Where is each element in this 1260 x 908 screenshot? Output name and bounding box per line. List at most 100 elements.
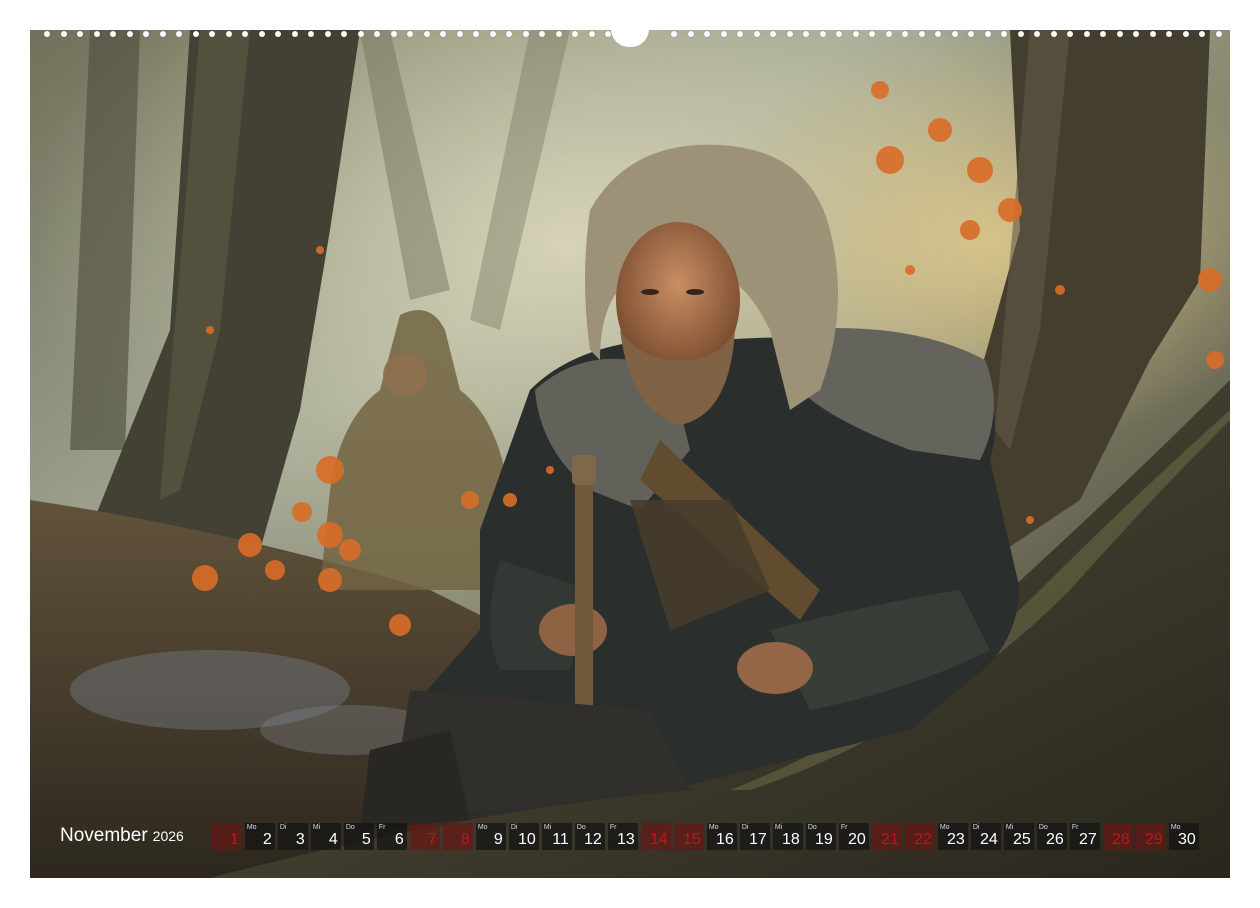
weekday-label: Fr [1071,823,1079,831]
binding-hole [1149,31,1156,37]
day-number: 9 [493,830,503,848]
day-cell: Fr 20 [838,822,869,850]
binding-hole [572,31,578,37]
day-number: 15 [683,830,701,848]
day-number: 14 [650,830,668,848]
calendar-strip: November 2026 1 Mo 2 Di 3 Mi 4 Do 5 Fr 6 7 8 Mo 9 Di 10 M… [60,822,1202,850]
binding-hole [374,31,380,37]
binding-hole [1067,31,1073,37]
weekday-label: Mo [246,823,257,831]
day-number: 12 [584,830,602,848]
binding-hole [671,31,677,37]
day-cell: Mi 18 [772,822,803,850]
day-number: 4 [328,830,338,848]
day-cell: Mi 4 [310,822,341,850]
day-cell: Di 3 [277,822,308,850]
binding-hole [803,31,809,37]
day-number: 21 [881,830,899,848]
day-cell: Mi 11 [541,822,572,850]
day-number: 19 [815,830,833,848]
day-number: 18 [782,830,800,848]
day-number: 11 [552,830,569,848]
day-number: 5 [361,830,371,848]
binding-hole [737,31,743,37]
day-cell: Mo 16 [706,822,737,850]
weekday-label: Fr [840,823,848,831]
day-cell: 14 [640,822,671,850]
day-cell: Do 5 [343,822,374,850]
day-cell: 7 [409,822,440,850]
weekday-label: Mi [312,823,321,831]
day-number: 28 [1112,830,1130,848]
binding-hole [1001,31,1007,37]
binding-hole [209,31,215,37]
day-cell: Do 12 [574,822,605,850]
day-cell: 15 [673,822,704,850]
day-number: 23 [947,830,965,848]
month-label: November 2026 [60,825,184,847]
binding-hole [704,31,710,37]
binding-hole [605,31,611,37]
day-number: 29 [1145,830,1163,848]
day-cell: Do 26 [1036,822,1067,850]
viking-warrior-photo [30,30,1230,878]
binding-hole [869,31,875,37]
binding-hole [1034,31,1040,37]
binding-hole [885,31,892,37]
day-number: 17 [749,830,767,848]
day-number: 24 [980,830,998,848]
binding-hole [770,31,776,37]
binding-hole [935,31,941,37]
binding-hole [44,31,50,37]
binding-hole [60,31,67,37]
binding-hole [786,31,793,37]
day-cell: 29 [1135,822,1166,850]
binding-hole [275,31,281,37]
day-cell: 8 [442,822,473,850]
day-cell: Fr 6 [376,822,407,850]
binding-hole [1083,31,1090,37]
binding-hole [687,31,694,37]
day-number: 20 [848,830,866,848]
binding-hole [1199,31,1205,37]
binding-hole [225,31,232,37]
day-cell: Di 17 [739,822,770,850]
binding-hole [126,31,133,37]
day-number: 22 [914,830,932,848]
weekday-label: Fr [609,823,617,831]
binding-hole [110,31,116,37]
binding-hole [1166,31,1172,37]
day-cell: Mo 30 [1168,822,1199,850]
day-number: 26 [1046,830,1064,848]
binding-hole [390,31,397,37]
binding-hole [407,31,413,37]
binding-hole [1133,31,1139,37]
weekday-label: Mi [543,823,552,831]
binding-hole [555,31,562,37]
day-number: 16 [716,830,734,848]
day-number: 10 [518,830,536,848]
binding-hole [423,31,430,37]
forest-scene [30,30,1230,878]
binding-hole [539,31,545,37]
day-cell: Do 19 [805,822,836,850]
weekday-label: Fr [378,823,386,831]
day-cell: 1 [211,822,242,850]
day-number: 27 [1079,830,1097,848]
binding-hole [1050,31,1057,37]
weekday-label: Di [741,823,749,831]
day-cell: Mi 25 [1003,822,1034,850]
month-name: November [60,825,148,846]
day-cell: 21 [871,822,902,850]
binding-hole [77,31,83,37]
calendar-page: November 2026 1 Mo 2 Di 3 Mi 4 Do 5 Fr 6 7 8 Mo 9 Di 10 M… [0,0,1260,908]
day-number: 1 [229,830,239,848]
day-number: 3 [295,830,305,848]
binding-hole [951,31,958,37]
binding-hole [242,31,248,37]
binding-hole [918,31,925,37]
day-cell: 28 [1102,822,1133,850]
binding-hole [258,31,265,37]
day-cell: 22 [904,822,935,850]
binding-hole [143,31,149,37]
